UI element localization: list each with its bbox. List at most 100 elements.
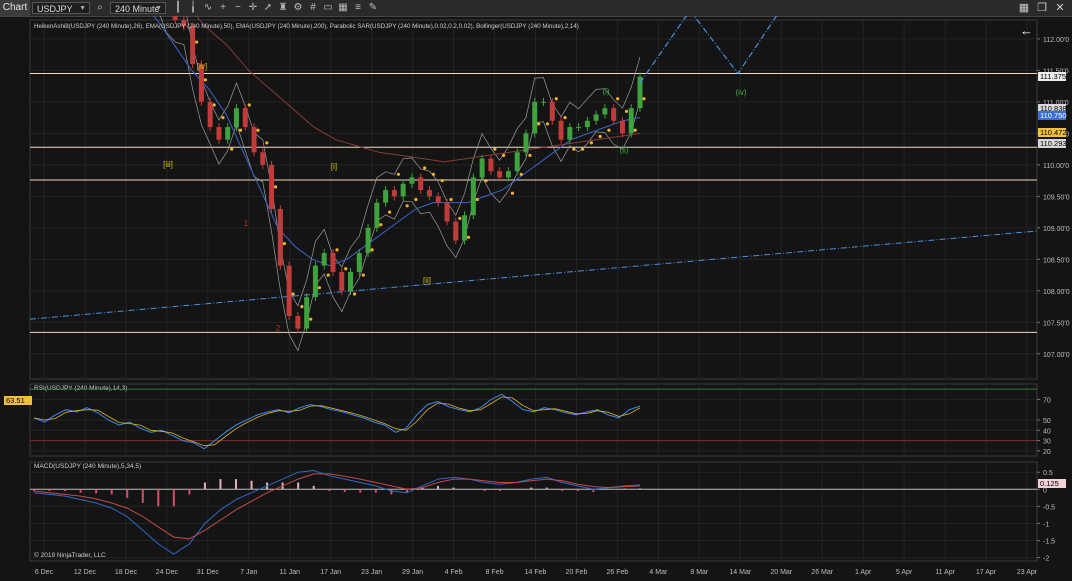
candle-body: [470, 177, 476, 216]
sar-dot: [431, 172, 436, 176]
candle-body: [619, 120, 625, 134]
strategies-icon[interactable]: ♜: [277, 2, 289, 14]
sar-dot: [300, 304, 304, 309]
price-tick-label: 108.00'0: [1043, 289, 1070, 296]
pointer-icon[interactable]: ➚: [262, 2, 274, 14]
sar-dot: [352, 292, 357, 296]
line-chart-icon[interactable]: ∿: [202, 2, 214, 14]
tab-chart[interactable]: Chart: [0, 0, 30, 16]
chevron-down-icon: ▼: [79, 5, 86, 12]
x-tick-label: 4 Mar: [649, 569, 668, 576]
sar-dot: [238, 128, 243, 132]
x-tick-label: 7 Jan: [240, 569, 257, 576]
timeframe-selector[interactable]: 240 Minute ▼: [110, 2, 166, 14]
crosshair-icon[interactable]: ✛: [247, 2, 259, 14]
candle-body: [286, 265, 292, 317]
candle-body: [304, 297, 310, 329]
rsi-tick-label: 30: [1043, 439, 1051, 446]
macd-tick-label: 0.5: [1043, 470, 1053, 477]
x-tick-label: 20 Feb: [566, 569, 588, 576]
price-tick-label: 110.00'0: [1043, 163, 1069, 170]
candle-body: [356, 253, 362, 272]
rsi-tick-label: 70: [1043, 397, 1051, 404]
zoom-out-icon[interactable]: −: [232, 2, 244, 14]
sar-dot: [475, 197, 479, 202]
x-tick-label: 6 Dec: [35, 569, 54, 576]
instrument-label: USDJPY: [37, 4, 73, 14]
price-tick-label: 107.00'0: [1043, 352, 1070, 359]
x-tick-label: 14 Feb: [525, 569, 547, 576]
candle-body: [541, 101, 547, 103]
wave-label: 1: [244, 219, 249, 228]
candle-body: [295, 316, 301, 329]
candle-body: [444, 202, 450, 222]
grid-icon[interactable]: ▦: [337, 2, 349, 14]
sar-dot: [510, 191, 515, 195]
zoom-in-icon[interactable]: +: [217, 2, 229, 14]
candle-body: [207, 101, 213, 128]
candle-body: [409, 177, 415, 184]
wave-label: (i): [602, 87, 609, 96]
list-icon[interactable]: ≡: [352, 2, 364, 14]
candle-body: [312, 265, 318, 298]
sar-dot: [519, 172, 523, 176]
sar-dot: [396, 172, 400, 176]
macd-panel-title: MACD(USDJPY (240 Minute),5,34,5): [34, 463, 141, 470]
candle-body: [216, 127, 222, 140]
sar-dot: [344, 267, 348, 271]
x-tick-label: 24 Dec: [156, 569, 179, 576]
price-tick-label: 109.50'0: [1043, 194, 1070, 201]
x-tick-label: 12 Dec: [74, 569, 97, 576]
x-tick-label: 5 Apr: [896, 569, 913, 576]
sar-dot: [282, 241, 286, 246]
sar-dot: [423, 166, 427, 170]
candle-body: [532, 101, 538, 134]
candle-body: [277, 208, 283, 266]
rsi-tick-label: 20: [1043, 449, 1051, 456]
candle-body: [321, 253, 327, 266]
macd-current-marker: 0.125: [1038, 478, 1066, 488]
properties-icon[interactable]: ⚙: [292, 2, 304, 14]
restore-icon[interactable]: ❐: [1035, 1, 1049, 15]
candle-body: [584, 120, 590, 128]
sar-dot: [326, 273, 330, 277]
hash-icon[interactable]: #: [307, 2, 319, 14]
price-tick-label: 107.50'0: [1043, 320, 1070, 327]
sar-dot: [414, 197, 418, 202]
chevron-down-icon: ▼: [155, 5, 162, 12]
wave-label: (ii): [620, 146, 629, 155]
drawing-icon[interactable]: ✎: [367, 2, 379, 14]
x-tick-label: 11 Apr: [935, 569, 955, 576]
window-grid-icon[interactable]: ▦: [1017, 1, 1031, 15]
candle-body: [611, 108, 617, 121]
x-tick-label: 1 Apr: [855, 569, 872, 576]
candle-body: [269, 164, 275, 209]
search-icon[interactable]: ⌕: [94, 2, 106, 14]
sar-dot: [449, 197, 453, 202]
sar-dot: [309, 317, 313, 321]
candlestick-icon[interactable]: ╽: [187, 2, 199, 14]
chart-area[interactable]: 6 Dec 12 Dec 18 Dec 24 Dec 31 Dec 7 Jan 11 Jan…: [0, 16, 1072, 581]
x-tick-label: 29 Jan: [402, 569, 423, 576]
x-tick-label: 31 Dec: [197, 569, 220, 576]
bar-chart-icon[interactable]: ┃: [172, 2, 184, 14]
candle-body: [172, 16, 178, 20]
wave-label: 2: [276, 324, 281, 333]
x-tick-label: 11 Jan: [280, 569, 301, 576]
sar-dot: [379, 223, 383, 227]
display-icon[interactable]: ▭: [322, 2, 334, 14]
close-icon[interactable]: ✕: [1053, 1, 1067, 15]
price-marker: 110.293: [1038, 138, 1067, 148]
sar-dot: [195, 40, 199, 44]
sar-dot: [458, 216, 462, 220]
panel-frame-macd: [29, 461, 1038, 562]
wave-label: [iv]: [197, 62, 207, 71]
instrument-selector[interactable]: USDJPY ▼: [32, 2, 90, 14]
candle-body: [225, 127, 231, 140]
macd-tick-label: -0.5: [1043, 504, 1055, 511]
wave-label: [iii]: [163, 160, 173, 169]
sar-dot: [212, 103, 216, 107]
sar-dot: [203, 78, 208, 82]
candle-body: [330, 253, 336, 272]
macd-tick-label: 0: [1043, 487, 1047, 494]
